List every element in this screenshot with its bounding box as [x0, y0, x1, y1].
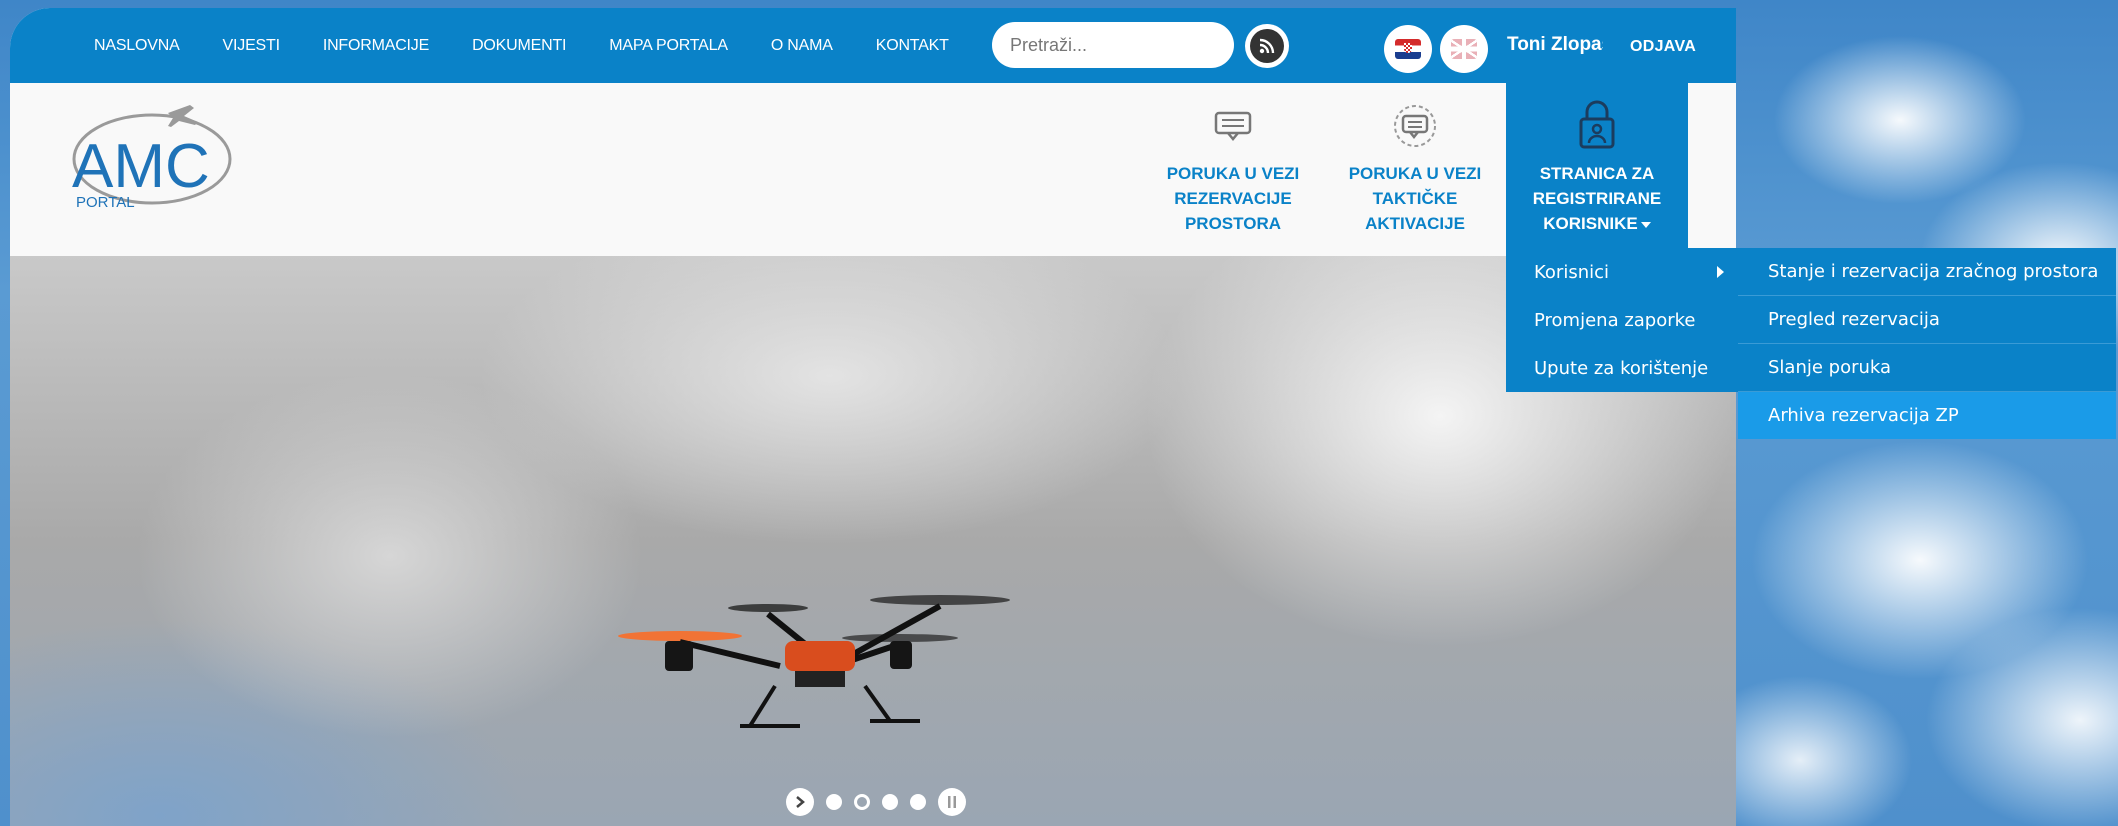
chevron-right-icon [1717, 266, 1724, 278]
chat-icon [1340, 101, 1490, 151]
dropdown-item-korisnici[interactable]: Korisnici [1506, 248, 1738, 296]
rss-icon [1250, 29, 1284, 63]
drone-image [600, 586, 1030, 740]
slider-dot-2[interactable] [854, 794, 870, 810]
nav-vijesti[interactable]: VIJESTI [223, 37, 280, 55]
flag-uk-icon [1451, 39, 1477, 59]
user-name[interactable]: Toni Zlopaša [1507, 34, 1603, 56]
slider-dot-1[interactable] [826, 794, 842, 810]
feature-rezervacija-prostora[interactable]: PORUKA U VEZI REZERVACIJE PROSTORA [1158, 101, 1308, 236]
registered-users-dropdown: Korisnici Promjena zaporke Upute za kori… [1506, 248, 1738, 392]
feature-label-line: PROSTORA [1184, 214, 1282, 233]
nav-naslovna[interactable]: NASLOVNA [94, 37, 180, 55]
dropdown-item-label: Promjena zaporke [1534, 309, 1696, 331]
flag-croatia-icon [1395, 39, 1421, 59]
chevron-right-icon [796, 796, 805, 808]
rss-button[interactable] [1245, 24, 1289, 68]
nav-informacije[interactable]: INFORMACIJE [323, 37, 429, 55]
registered-label-line: KORISNIKE [1506, 211, 1688, 236]
submenu-item-slanje-poruka[interactable]: Slanje poruka [1738, 344, 2116, 392]
slider-pause-button[interactable] [938, 788, 966, 816]
language-croatian-button[interactable] [1384, 25, 1432, 73]
dropdown-item-upute[interactable]: Upute za korištenje [1506, 344, 1738, 392]
slider-controls [786, 788, 966, 816]
feature-label-line: PORUKA U VEZI [1166, 164, 1300, 183]
logo-sub-text: PORTAL [76, 194, 135, 211]
message-icon [1158, 101, 1308, 151]
airplane-icon [168, 105, 198, 127]
page-frame: NASLOVNA VIJESTI INFORMACIJE DOKUMENTI M… [10, 8, 1736, 826]
korisnici-submenu: Stanje i rezervacija zračnog prostora Pr… [1738, 248, 2116, 439]
submenu-item-stanje-rezervacija[interactable]: Stanje i rezervacija zračnog prostora [1738, 248, 2116, 296]
top-navigation-bar: NASLOVNA VIJESTI INFORMACIJE DOKUMENTI M… [10, 8, 1736, 83]
pause-icon [948, 796, 956, 808]
main-nav: NASLOVNA VIJESTI INFORMACIJE DOKUMENTI M… [94, 8, 992, 83]
nav-kontakt[interactable]: KONTAKT [876, 37, 949, 55]
submenu-item-pregled-rezervacija[interactable]: Pregled rezervacija [1738, 296, 2116, 344]
hero-slider [10, 256, 1736, 826]
feature-takticke-aktivacije[interactable]: PORUKA U VEZI TAKTIČKE AKTIVACIJE [1340, 101, 1490, 236]
submenu-item-arhiva[interactable]: Arhiva rezervacija ZP [1738, 392, 2116, 439]
nav-o-nama[interactable]: O NAMA [771, 37, 833, 55]
registered-users-menu[interactable]: STRANICA ZA REGISTRIRANE KORISNIKE [1506, 83, 1688, 251]
caret-down-icon [1640, 221, 1651, 228]
search-input[interactable] [992, 22, 1234, 68]
slider-dot-3[interactable] [882, 794, 898, 810]
lock-user-icon [1506, 93, 1688, 149]
nav-dokumenti[interactable]: DOKUMENTI [472, 37, 566, 55]
feature-label-line: TAKTIČKE [1372, 189, 1458, 208]
logo-main-text: AMC [72, 132, 210, 201]
language-english-button[interactable] [1440, 25, 1488, 73]
site-header: AMC PORTAL PORUKA U VEZI REZERVACIJE PRO… [10, 83, 1736, 256]
nav-mapa-portala[interactable]: MAPA PORTALA [609, 37, 728, 55]
dropdown-item-promjena-zaporke[interactable]: Promjena zaporke [1506, 296, 1738, 344]
registered-label-line: STRANICA ZA [1539, 164, 1655, 183]
dropdown-item-label: Upute za korištenje [1534, 357, 1709, 379]
registered-label-line: REGISTRIRANE [1532, 189, 1662, 208]
feature-label-line: PORUKA U VEZI [1348, 164, 1482, 183]
dropdown-item-label: Korisnici [1534, 261, 1610, 283]
logout-button[interactable]: ODJAVA [1630, 38, 1696, 56]
slider-next-button[interactable] [786, 788, 814, 816]
feature-label-line: REZERVACIJE [1174, 189, 1292, 208]
feature-label-line: AKTIVACIJE [1365, 214, 1465, 233]
amc-portal-logo[interactable]: AMC PORTAL [60, 101, 240, 217]
slider-dot-4[interactable] [910, 794, 926, 810]
